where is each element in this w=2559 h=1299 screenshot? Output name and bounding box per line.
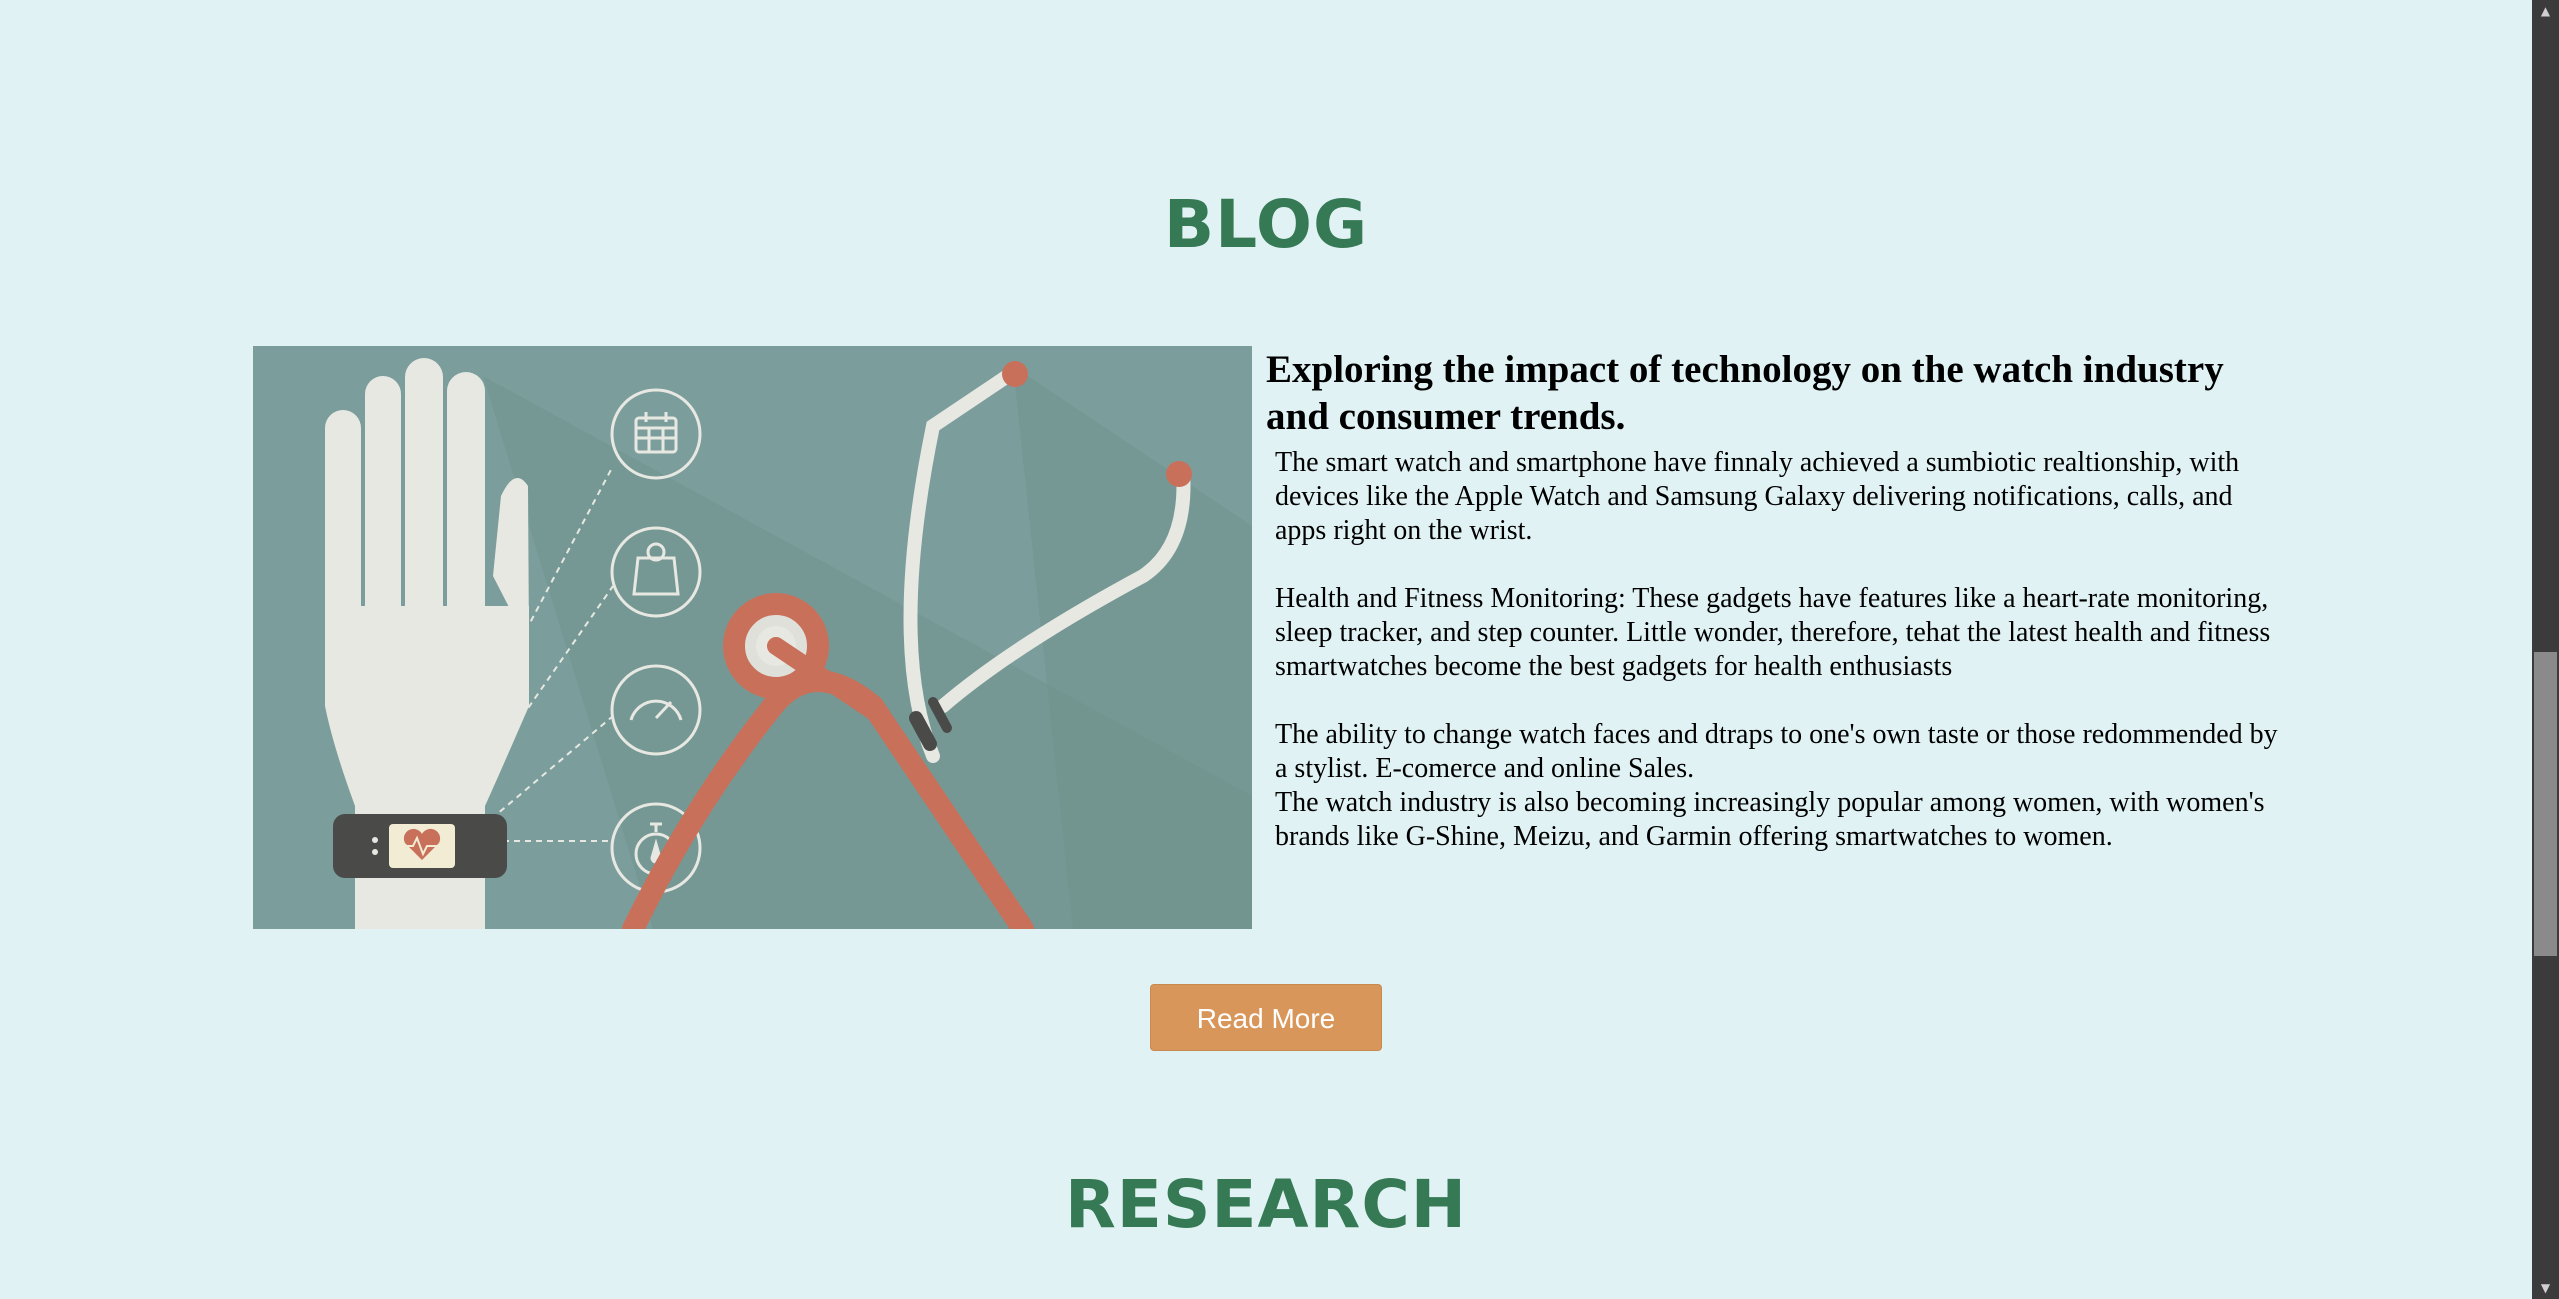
- fitness-band-icon: [333, 814, 507, 878]
- calendar-icon: [610, 388, 702, 480]
- article-heading: Exploring the impact of technology on th…: [1266, 348, 2224, 438]
- blog-section-title: BLOG: [1163, 186, 1369, 263]
- article-body: The smart watch and smartphone have finn…: [1275, 447, 2278, 852]
- scroll-up-icon[interactable]: ▲: [2532, 0, 2559, 22]
- vertical-scrollbar[interactable]: ▲ ▼: [2532, 0, 2559, 1299]
- read-more-button[interactable]: Read More: [1150, 984, 1382, 1051]
- blog-article-image: [253, 346, 1252, 929]
- page: BLOG Exploring the impact of technology …: [0, 0, 2532, 1299]
- blog-article: Exploring the impact of technology on th…: [1266, 346, 2286, 854]
- research-section-title: RESEARCH: [1064, 1166, 1468, 1243]
- scrollbar-thumb[interactable]: [2534, 652, 2557, 956]
- scroll-down-icon[interactable]: ▼: [2532, 1277, 2559, 1299]
